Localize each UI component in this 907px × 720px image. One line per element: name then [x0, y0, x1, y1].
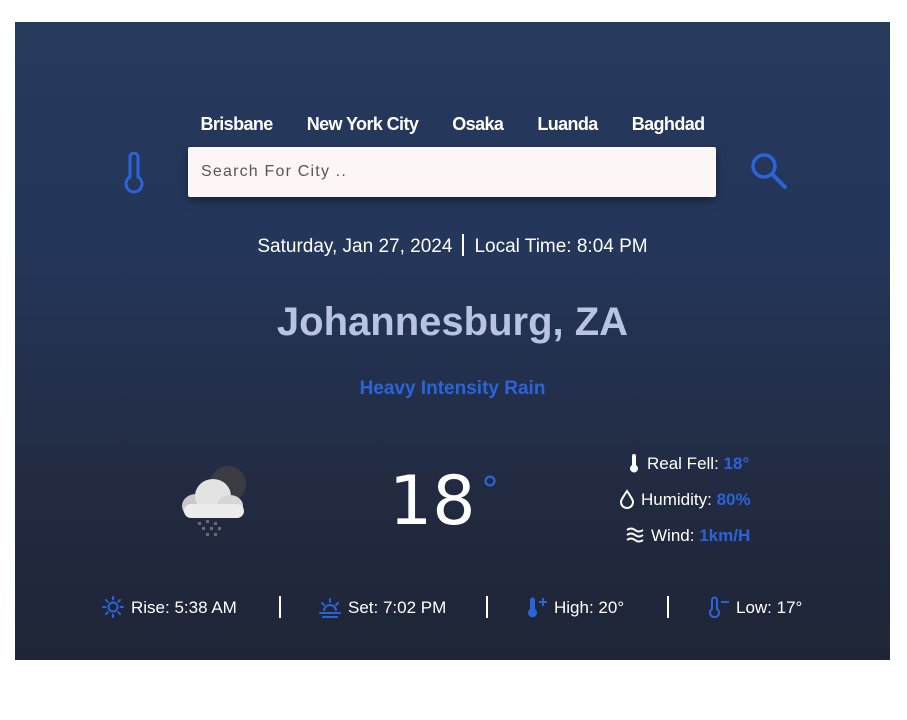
degree-symbol: ° — [481, 470, 499, 511]
search-input[interactable] — [188, 147, 716, 197]
temp-high-icon — [528, 597, 547, 618]
date-time-row: Saturday, Jan 27, 2024 Local Time: 8:04 P… — [15, 234, 890, 258]
real-feel-row: Real Fell: 18° — [627, 453, 749, 474]
divider — [486, 596, 488, 618]
weather-card: Brisbane New York City Osaka Luanda Baghdad … — [15, 22, 890, 660]
city-link-luanda[interactable]: Luanda — [537, 114, 598, 135]
divider — [279, 596, 281, 618]
city-link-brisbane[interactable]: Brisbane — [200, 114, 273, 135]
humidity-label: Humidity: — [641, 490, 712, 509]
city-link-baghdad[interactable]: Baghdad — [632, 114, 705, 135]
thermometer-icon[interactable] — [121, 152, 147, 194]
droplet-icon — [619, 489, 635, 509]
temp-low-icon — [709, 596, 729, 619]
sun-temp-stats: Rise: 5:38 AM Set: 7:02 PM High: 20° Low… — [15, 596, 890, 622]
temp-high-text: High: 20° — [554, 598, 625, 617]
current-temperature: 18 — [389, 462, 476, 541]
divider — [667, 596, 669, 618]
temp-low-text: Low: 17° — [736, 598, 803, 617]
weather-rain-cloud-icon — [182, 466, 246, 536]
city-link-new-york-city[interactable]: New York City — [307, 114, 419, 135]
wind-row: Wind: 1km/H — [625, 525, 750, 546]
thermometer-small-icon — [630, 454, 638, 473]
humidity-value: 80% — [716, 490, 751, 509]
wind-icon — [626, 527, 644, 543]
real-feel-value: 18° — [723, 454, 750, 473]
temp-high-stat: High: 20° — [526, 596, 624, 618]
temp-low-stat: Low: 17° — [708, 596, 803, 619]
sunset-icon — [319, 598, 341, 618]
city-link-osaka[interactable]: Osaka — [452, 114, 504, 135]
weather-condition: Heavy Intensity Rain — [359, 378, 546, 399]
sunset-text: Set: 7:02 PM — [348, 598, 447, 617]
date-text: Saturday, Jan 27, 2024 — [257, 236, 453, 257]
sunrise-text: Rise: 5:38 AM — [131, 598, 237, 617]
wind-label: Wind: — [651, 526, 695, 545]
humidity-row: Humidity: 80% — [619, 489, 751, 510]
divider — [462, 234, 465, 256]
sunset-stat: Set: 7:02 PM — [318, 596, 446, 618]
search-icon[interactable] — [749, 151, 789, 191]
sunrise-icon — [102, 596, 124, 618]
location-title: Johannesburg, ZA — [276, 300, 629, 344]
wind-value: 1km/H — [699, 526, 751, 545]
city-nav: Brisbane New York City Osaka Luanda Baghdad — [15, 114, 890, 135]
real-feel-label: Real Fell: — [647, 454, 719, 473]
sunrise-stat: Rise: 5:38 AM — [101, 596, 237, 618]
local-time-text: Local Time: 8:04 PM — [474, 236, 648, 257]
